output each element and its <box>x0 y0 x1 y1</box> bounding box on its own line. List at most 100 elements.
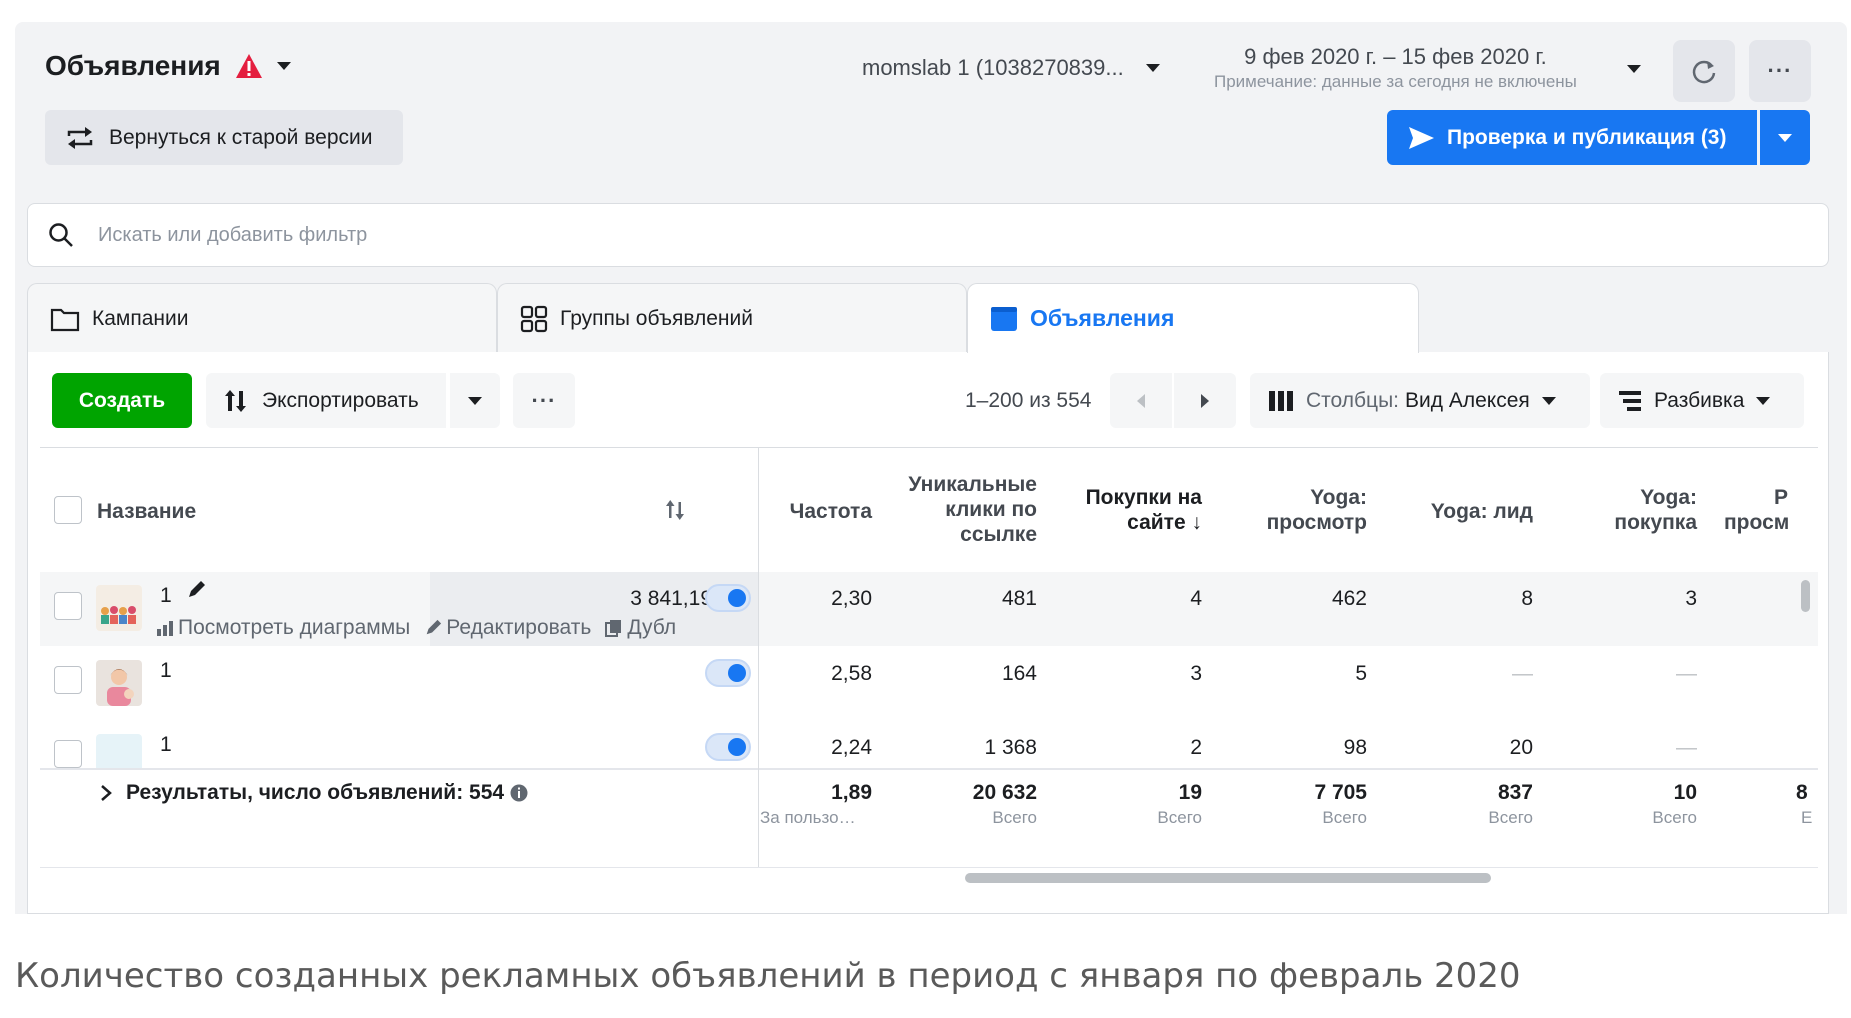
ad-status-toggle[interactable] <box>705 659 751 687</box>
cell-yoga-view: 98 <box>1343 736 1367 759</box>
summary-yoga-purchase: 10 <box>1673 781 1697 804</box>
chevron-down-icon <box>1145 64 1160 72</box>
ad-status-toggle[interactable] <box>705 584 751 612</box>
chevron-right-icon <box>1201 393 1209 408</box>
header-line: клики по <box>945 498 1037 521</box>
thumbnail-image <box>96 585 142 631</box>
chevron-down-icon[interactable] <box>276 62 291 70</box>
date-note: Примечание: данные за сегодня не включен… <box>1214 72 1577 91</box>
header-line: просм <box>1724 511 1790 534</box>
account-selector[interactable]: momslab 1 (1038270839... <box>862 55 1160 81</box>
columns-prefix: Столбцы: <box>1306 388 1400 412</box>
chevron-down-icon <box>468 396 482 405</box>
cell-yoga-lead: 8 <box>1521 587 1533 610</box>
cell-frequency: 2,58 <box>831 662 872 685</box>
summary-frequency: 1,89 <box>831 781 872 804</box>
header-unique-clicks[interactable]: Уникальные клики по ссылке <box>880 472 1037 547</box>
info-icon[interactable] <box>510 784 528 802</box>
ad-budget: 3 841,19 <box>630 587 712 610</box>
tab-campaigns[interactable]: Кампании <box>27 283 497 353</box>
export-button[interactable]: Экспортировать <box>206 373 446 428</box>
ad-thumbnail[interactable] <box>96 585 142 631</box>
publish-dropdown-button[interactable] <box>1760 110 1810 165</box>
header-frequency[interactable]: Частота <box>766 499 872 524</box>
row-checkbox[interactable] <box>54 740 82 768</box>
ad-status-toggle[interactable] <box>705 733 751 761</box>
old-version-button[interactable]: Вернуться к старой версии <box>45 110 403 165</box>
summary-yoga-lead-sub: Всего <box>1488 808 1533 827</box>
columns-button[interactable]: Столбцы: Вид Алексея <box>1250 373 1590 428</box>
summary-unique-clicks: 20 632 <box>972 781 1037 804</box>
create-button[interactable]: Создать <box>52 373 192 428</box>
header-line: Уникальные <box>908 473 1037 496</box>
header-yoga-view[interactable]: Yoga: просмотр <box>1210 485 1367 535</box>
header-line: сайте <box>1127 511 1186 534</box>
chevron-right-icon <box>101 785 112 801</box>
switch-icon <box>67 126 93 149</box>
ad-thumbnail[interactable] <box>96 734 142 768</box>
publish-button[interactable]: Проверка и публикация (3) <box>1387 110 1757 165</box>
thumbnail-image <box>96 660 142 706</box>
summary-yoga-view: 7 705 <box>1314 781 1367 804</box>
export-dropdown-button[interactable] <box>450 373 500 428</box>
send-icon <box>1409 126 1434 149</box>
view-charts-link[interactable]: Посмотреть диаграммы <box>156 616 410 640</box>
search-bar[interactable] <box>27 203 1829 267</box>
chevron-down-icon <box>1778 133 1792 142</box>
cell-yoga-purchase: 3 <box>1685 587 1697 610</box>
chevron-down-icon[interactable] <box>1627 65 1641 73</box>
ad-name[interactable]: 1 <box>160 733 172 757</box>
header-line: Покупки на <box>1085 486 1202 509</box>
ad-icon <box>991 306 1017 331</box>
breakdown-label: Разбивка <box>1654 388 1745 412</box>
breakdown-icon <box>1619 390 1641 411</box>
refresh-icon <box>1692 60 1716 84</box>
view-charts-label: Посмотреть диаграммы <box>178 616 411 639</box>
summary-row-toggle[interactable]: Результаты, число объявлений: 554 <box>100 781 528 805</box>
row-checkbox[interactable] <box>54 592 82 620</box>
header-yoga-lead[interactable]: Yoga: лид <box>1376 499 1533 524</box>
search-icon <box>49 223 73 247</box>
next-page-button[interactable] <box>1174 373 1236 428</box>
toolbar-more-button[interactable]: ··· <box>513 373 575 428</box>
prev-page-button[interactable] <box>1110 373 1172 428</box>
frozen-column-divider <box>758 448 759 868</box>
pencil-icon[interactable] <box>186 580 206 600</box>
cell-purchases: 4 <box>1190 587 1202 610</box>
select-all-checkbox[interactable] <box>54 496 82 524</box>
edit-link[interactable]: Редактировать <box>424 616 591 640</box>
horizontal-scrollbar[interactable] <box>965 873 1491 883</box>
cell-purchases: 3 <box>1190 662 1202 685</box>
page-title-group[interactable]: Объявления <box>45 50 291 82</box>
header-next-col[interactable]: Р просм <box>1722 485 1818 535</box>
duplicate-link[interactable]: Дубл <box>605 616 676 640</box>
pencil-icon <box>426 619 442 635</box>
ad-thumbnail[interactable] <box>96 660 142 706</box>
header-line: Yoga: <box>1310 486 1367 509</box>
account-name: momslab 1 (1038270839... <box>862 55 1124 80</box>
cell-yoga-view: 5 <box>1355 662 1367 685</box>
chevron-left-icon <box>1137 393 1145 408</box>
ad-name[interactable]: 1 <box>160 584 172 608</box>
sort-icon[interactable] <box>666 500 684 520</box>
tab-ads[interactable]: Объявления <box>967 283 1419 353</box>
cell-yoga-purchase: — <box>1676 736 1697 759</box>
summary-purchases: 19 <box>1178 781 1202 804</box>
more-options-button[interactable]: ··· <box>1749 40 1811 102</box>
date-range: 9 фев 2020 г. – 15 фев 2020 г. <box>1244 44 1547 69</box>
columns-icon <box>1269 390 1293 411</box>
vertical-scrollbar[interactable] <box>1801 580 1810 612</box>
ad-name[interactable]: 1 <box>160 659 172 683</box>
row-checkbox[interactable] <box>54 666 82 694</box>
header-line: Yoga: <box>1640 486 1697 509</box>
search-input[interactable] <box>98 223 1698 247</box>
header-purchases[interactable]: Покупки на сайте ↓ <box>1044 485 1202 535</box>
columns-value: Вид Алексея <box>1405 388 1530 412</box>
tab-ad-sets[interactable]: Группы объявлений <box>497 283 967 353</box>
header-name[interactable]: Название <box>97 499 196 524</box>
refresh-button[interactable] <box>1673 40 1735 102</box>
header-yoga-purchase[interactable]: Yoga: покупка <box>1540 485 1697 535</box>
duplicate-icon <box>605 620 622 637</box>
breakdown-button[interactable]: Разбивка <box>1600 373 1804 428</box>
date-range-picker[interactable]: 9 фев 2020 г. – 15 фев 2020 г. Примечани… <box>1214 44 1577 92</box>
